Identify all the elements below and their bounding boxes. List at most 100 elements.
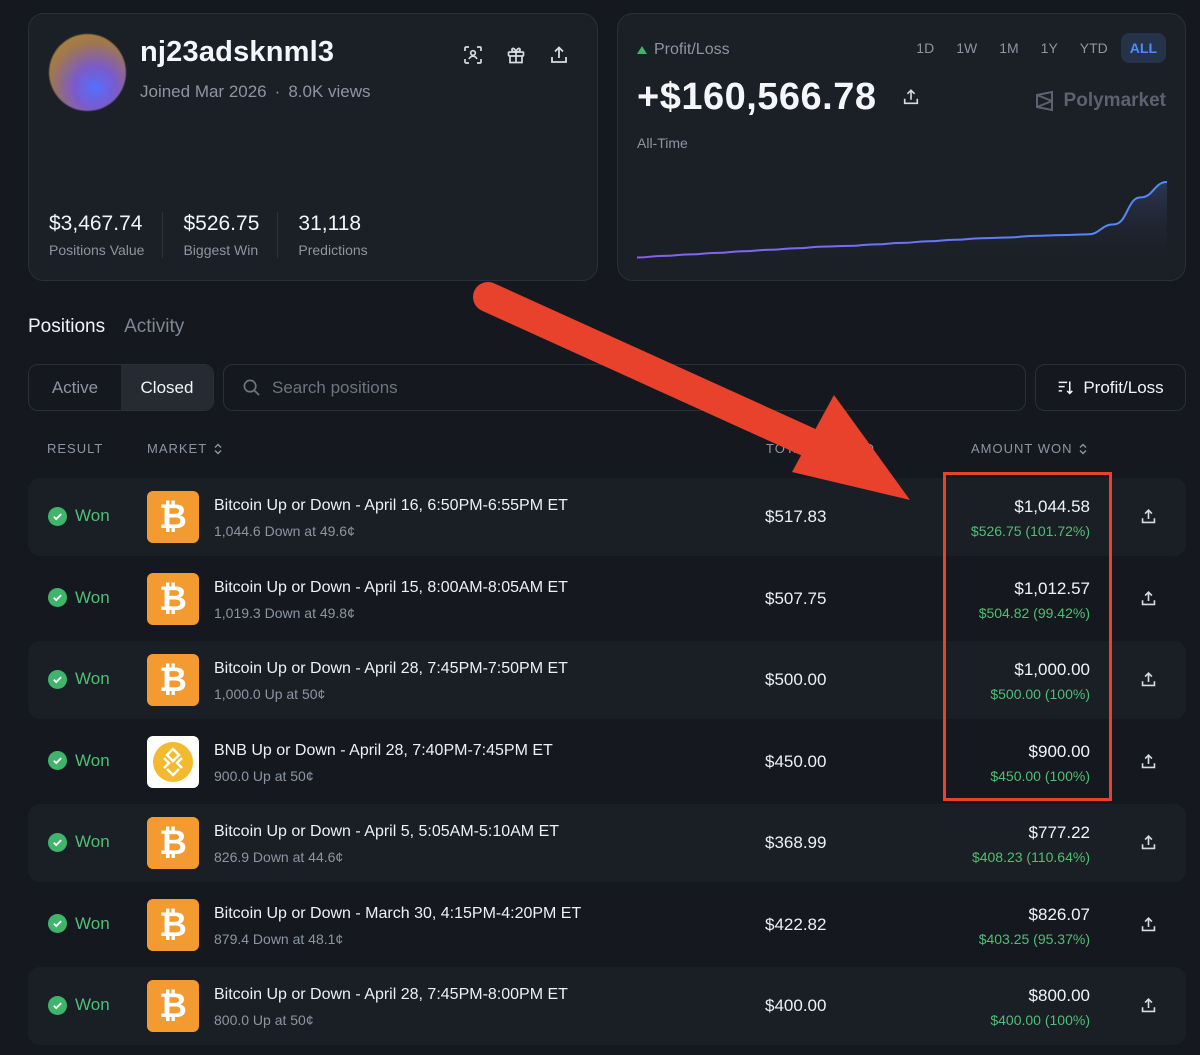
share-icon[interactable] <box>1140 590 1157 612</box>
profile-card: nj23adsknml3 Joined Mar 2026 · 8.0K views … <box>28 13 598 281</box>
table-row[interactable]: Won ₿ Bitcoin Up or Down - April 28, 7:4… <box>28 967 1186 1045</box>
section-tabs: Positions Activity <box>28 316 184 338</box>
brand-name: Polymarket <box>1063 90 1166 111</box>
result-label: Won <box>75 587 110 607</box>
result-cell: Won <box>48 751 110 771</box>
result-label: Won <box>75 506 110 525</box>
range-1m[interactable]: 1M <box>990 33 1027 63</box>
search-icon <box>243 379 260 396</box>
market-subtitle: 1,019.3 Down at 49.8¢ <box>214 604 355 621</box>
header-amount[interactable]: AMOUNT WON <box>971 441 1088 456</box>
sort-button[interactable]: Profit/Loss <box>1035 364 1186 411</box>
search-box <box>223 364 1026 411</box>
tab-activity[interactable]: Activity <box>124 316 184 338</box>
market-title[interactable]: BNB Up or Down - April 28, 7:40PM-7:45PM… <box>214 742 553 760</box>
range-selector: 1D 1W 1M 1Y YTD ALL <box>907 33 1166 63</box>
market-subtitle: 1,000.0 Up at 50¢ <box>214 686 326 702</box>
separator-dot: · <box>274 82 281 101</box>
avatar[interactable] <box>49 34 126 111</box>
stat-positions-value: $3,467.74 Positions Value <box>49 212 164 258</box>
amount-won-cell: $800.00 $400.00 (100%) <box>990 986 1090 1028</box>
bitcoin-icon: ₿ <box>147 817 199 869</box>
stat-biggest-win: $526.75 Biggest Win <box>183 212 279 258</box>
market-title[interactable]: Bitcoin Up or Down - April 5, 5:05AM-5:1… <box>214 823 559 841</box>
range-1d[interactable]: 1D <box>907 33 943 63</box>
stat-label: Biggest Win <box>183 242 259 258</box>
market-title[interactable]: Bitcoin Up or Down - April 15, 8:00AM-8:… <box>214 579 568 597</box>
joined-date: Joined Mar 2026 <box>140 82 267 101</box>
tab-positions[interactable]: Positions <box>28 316 105 338</box>
toggle-active[interactable]: Active <box>29 365 121 410</box>
bitcoin-icon: ₿ <box>147 572 199 625</box>
scan-icon[interactable] <box>460 42 486 68</box>
result-cell: Won <box>48 914 110 934</box>
market-subtitle: 879.4 Down at 48.1¢ <box>214 930 344 947</box>
share-icon[interactable] <box>546 42 572 68</box>
table-row[interactable]: Won ₿ Bitcoin Up or Down - April 5, 5:05… <box>28 804 1186 882</box>
sort-icon <box>1059 381 1074 395</box>
gift-icon[interactable] <box>503 42 529 68</box>
market-title[interactable]: Bitcoin Up or Down - April 16, 6:50PM-6:… <box>214 497 568 515</box>
bnb-icon <box>147 735 199 788</box>
result-label: Won <box>75 669 110 688</box>
market-subtitle: 826.9 Down at 44.6¢ <box>214 849 344 865</box>
check-circle-icon <box>48 995 67 1015</box>
check-circle-icon <box>48 832 67 852</box>
market-subtitle: 900.0 Up at 50¢ <box>214 767 314 784</box>
search-input[interactable] <box>272 377 972 398</box>
market-subtitle: 800.0 Up at 50¢ <box>214 1012 314 1028</box>
result-cell: Won <box>48 669 110 689</box>
header-result: RESULT <box>47 441 104 456</box>
result-label: Won <box>75 995 110 1014</box>
bitcoin-icon: ₿ <box>147 980 199 1032</box>
share-icon[interactable] <box>1140 997 1157 1019</box>
share-icon[interactable] <box>1140 753 1157 775</box>
stat-value: $3,467.74 <box>49 212 143 235</box>
stat-label: Positions Value <box>49 242 145 258</box>
header-market[interactable]: MARKET <box>147 441 223 456</box>
pnl-value: +$160,566.78 <box>637 76 877 118</box>
range-all[interactable]: ALL <box>1120 33 1166 63</box>
pnl-sparkline <box>637 181 1167 269</box>
range-ytd[interactable]: YTD <box>1071 33 1117 63</box>
amount-won: $800.00 <box>1028 986 1090 1005</box>
header-label: AMOUNT WON <box>971 441 1073 456</box>
amount-won: $826.07 <box>1028 904 1090 924</box>
profit-percent: $403.25 (95.37%) <box>978 930 1090 947</box>
bitcoin-icon: ₿ <box>147 491 199 543</box>
check-circle-icon <box>48 588 67 607</box>
pnl-label: Profit/Loss <box>654 41 730 58</box>
pnl-header: Profit/Loss <box>637 41 730 59</box>
profile-stats: $3,467.74 Positions Value $526.75 Bigges… <box>49 212 406 258</box>
result-label: Won <box>75 750 110 770</box>
share-icon[interactable] <box>1140 671 1157 693</box>
sort-label: Profit/Loss <box>1083 377 1164 397</box>
range-1w[interactable]: 1W <box>947 33 986 63</box>
toggle-closed[interactable]: Closed <box>121 365 213 410</box>
check-circle-icon <box>48 914 67 933</box>
share-icon[interactable] <box>1140 834 1157 856</box>
sort-chevrons-icon <box>1079 443 1087 454</box>
result-cell: Won <box>48 588 110 608</box>
result-label: Won <box>75 832 110 851</box>
amount-won-cell: $826.07 $403.25 (95.37%) <box>979 905 1090 947</box>
brand: Polymarket <box>1034 90 1166 112</box>
table-row[interactable]: Won ₿ Bitcoin Up or Down - March 30, 4:1… <box>28 886 1186 964</box>
share-icon[interactable] <box>1140 508 1157 530</box>
share-icon[interactable] <box>902 88 920 111</box>
market-title[interactable]: Bitcoin Up or Down - March 30, 4:15PM-4:… <box>214 905 581 923</box>
range-1y[interactable]: 1Y <box>1032 33 1067 63</box>
header-traded[interactable]: TOTAL TRADED <box>766 441 875 456</box>
stat-predictions: 31,118 Predictions <box>298 212 385 258</box>
market-title[interactable]: Bitcoin Up or Down - April 28, 7:45PM-8:… <box>214 986 568 1004</box>
stat-value: 31,118 <box>298 212 362 235</box>
share-icon[interactable] <box>1140 916 1157 938</box>
username: nj23adsknml3 <box>140 36 335 68</box>
total-traded: $500.00 <box>765 670 827 689</box>
bitcoin-icon: ₿ <box>147 898 199 951</box>
amount-won: $777.22 <box>1028 823 1090 842</box>
bitcoin-icon: ₿ <box>147 654 199 706</box>
market-title[interactable]: Bitcoin Up or Down - April 28, 7:45PM-7:… <box>214 660 568 678</box>
amount-won-cell: $777.22 $408.23 (110.64%) <box>972 823 1090 865</box>
polymarket-logo-icon <box>1035 90 1053 112</box>
